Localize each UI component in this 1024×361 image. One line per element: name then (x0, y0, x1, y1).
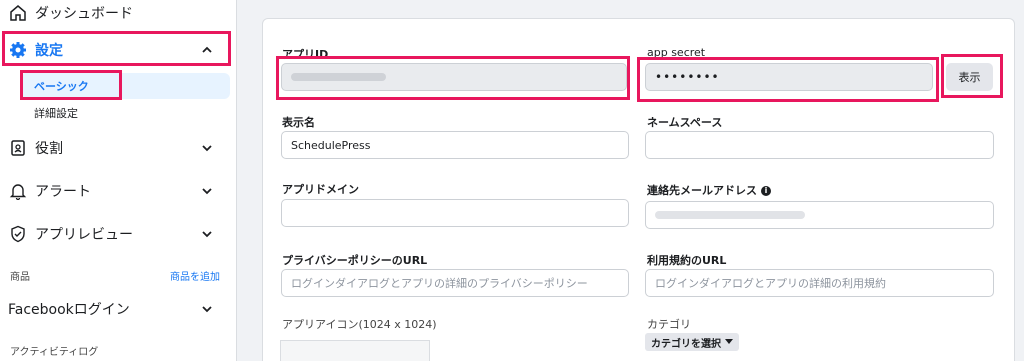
sidebar-item-roles[interactable]: 役割 (0, 137, 237, 159)
sidebar-item-alerts[interactable]: アラート (0, 180, 237, 202)
sidebar-item-facebook-login[interactable]: Facebookログイン (0, 298, 237, 320)
sidebar: ダッシュボード 設定 ベーシック 詳細設定 役割 アラート アプリレビュー 商品… (0, 0, 237, 361)
contact-email-label: 連絡先メールアドレス i (647, 182, 771, 198)
app-domains-label: アプリドメイン (282, 183, 359, 196)
redacted-value (291, 73, 386, 81)
sidebar-item-dashboard[interactable]: ダッシュボード (0, 2, 237, 24)
sidebar-item-label: アラート (35, 184, 91, 200)
sidebar-item-label: ダッシュボード (35, 6, 133, 22)
redacted-value (655, 211, 805, 219)
chevron-down-icon[interactable] (201, 228, 213, 240)
sidebar-item-label: アプリレビュー (35, 227, 133, 243)
terms-url-field[interactable]: ログインダイアログとアプリの詳細の利用規約 (645, 269, 994, 297)
app-secret-field[interactable]: •••••••• (645, 63, 933, 91)
app-icon-label: アプリアイコン(1024 x 1024) (282, 318, 437, 331)
sidebar-subitem-label: ベーシック (34, 80, 89, 93)
sidebar-item-label: Facebookログイン (8, 302, 130, 318)
show-secret-button[interactable]: 表示 (946, 63, 993, 91)
sidebar-item-label: 役割 (35, 141, 63, 157)
sidebar-item-label: 設定 (35, 43, 63, 59)
chevron-down-icon[interactable] (201, 303, 213, 315)
info-icon[interactable]: i (761, 186, 771, 196)
category-label: カテゴリ (647, 318, 691, 331)
privacy-url-placeholder: ログインダイアログとアプリの詳細のプライバシーポリシー (291, 277, 588, 290)
sidebar-subitem-label: 詳細設定 (34, 107, 78, 120)
sidebar-item-settings[interactable]: 設定 (0, 37, 237, 63)
gear-icon (8, 40, 28, 60)
chevron-up-icon[interactable] (201, 44, 213, 56)
namespace-label: ネームスペース (647, 116, 723, 129)
app-secret-label: app secret (647, 46, 706, 59)
app-icon-upload[interactable] (280, 340, 430, 361)
caret-down-icon (725, 339, 733, 344)
contact-email-label-text: 連絡先メールアドレス (647, 184, 757, 197)
sidebar-subitem-basic[interactable]: ベーシック (20, 73, 230, 99)
privacy-url-label: プライバシーポリシーのURL (282, 254, 428, 267)
add-product-link[interactable]: 商品を追加 (170, 268, 220, 283)
home-icon (8, 3, 28, 23)
app-domains-field[interactable] (281, 199, 629, 227)
category-select-label: カテゴリを選択 (651, 338, 721, 350)
id-badge-icon (8, 138, 28, 158)
terms-url-label: 利用規約のURL (647, 254, 727, 267)
chevron-down-icon[interactable] (201, 142, 213, 154)
namespace-field[interactable] (645, 131, 994, 159)
contact-email-field[interactable] (645, 201, 994, 229)
sidebar-item-app-review[interactable]: アプリレビュー (0, 223, 237, 245)
products-heading: 商品 (10, 272, 30, 283)
terms-url-placeholder: ログインダイアログとアプリの詳細の利用規約 (655, 277, 886, 290)
display-name-field[interactable]: SchedulePress (281, 131, 629, 159)
app-id-label: アプリID (282, 48, 329, 61)
shield-check-icon (8, 224, 28, 244)
display-name-label: 表示名 (282, 116, 315, 129)
privacy-url-field[interactable]: ログインダイアログとアプリの詳細のプライバシーポリシー (281, 269, 629, 297)
category-select[interactable]: カテゴリを選択 (645, 333, 739, 351)
sidebar-subitem-advanced[interactable]: 詳細設定 (20, 100, 230, 126)
chevron-down-icon[interactable] (201, 185, 213, 197)
bell-icon (8, 181, 28, 201)
activity-log-heading: アクティビティログ (10, 347, 99, 358)
app-id-field[interactable] (281, 63, 627, 91)
